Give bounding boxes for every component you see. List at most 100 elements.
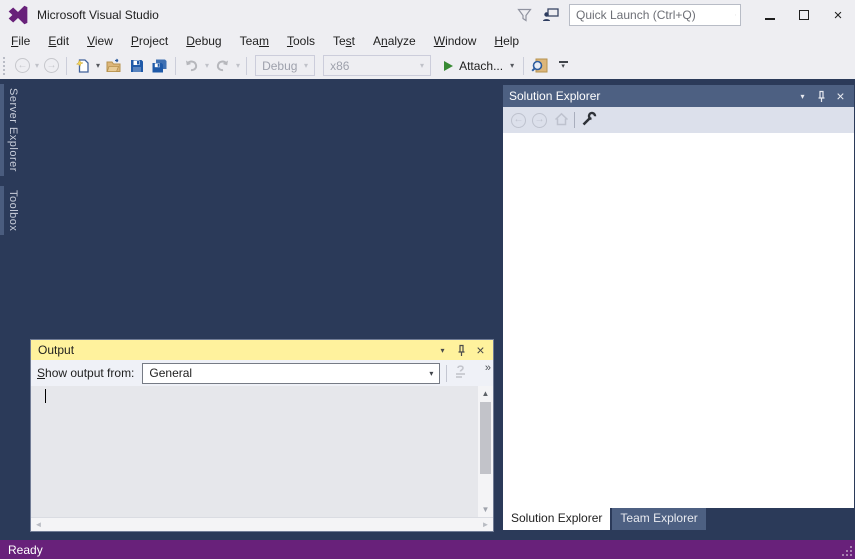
se-forward-button[interactable]: →: [532, 113, 547, 128]
redo-icon: [214, 58, 231, 74]
combo-caret-icon: ▾: [302, 61, 310, 70]
close-button[interactable]: ×: [821, 2, 855, 28]
scrollbar-thumb[interactable]: [480, 402, 491, 474]
se-home-button[interactable]: [553, 111, 570, 130]
toolbar-separator: [446, 365, 447, 382]
toolbar-separator: [175, 57, 176, 75]
toolbar-grip[interactable]: [3, 57, 8, 75]
quick-launch-box: [569, 4, 741, 26]
toolbar-overflow-icon[interactable]: »: [485, 362, 490, 374]
toolbar-overflow-button[interactable]: ▾: [556, 61, 570, 70]
vertical-scrollbar[interactable]: ▲ ▼: [478, 386, 493, 517]
horizontal-scrollbar[interactable]: ◄ ►: [31, 517, 493, 531]
status-message: Ready: [8, 543, 43, 557]
find-in-files-button[interactable]: [528, 55, 552, 77]
environment-background: Server Explorer Toolbox Solution Explore…: [0, 79, 855, 540]
save-all-button[interactable]: [148, 55, 171, 77]
redo-button[interactable]: [211, 55, 234, 77]
close-icon: ×: [836, 89, 844, 104]
output-text-area[interactable]: ▲ ▼: [31, 386, 493, 517]
tab-team-explorer[interactable]: Team Explorer: [612, 508, 705, 530]
attach-dropdown-caret-icon: ▾: [508, 61, 516, 70]
output-source-combo[interactable]: General ▾: [142, 363, 440, 384]
wrench-icon: [581, 111, 597, 127]
toolbar-separator: [523, 57, 524, 75]
toolbar-separator: [246, 57, 247, 75]
new-project-icon: [74, 57, 91, 74]
solution-explorer-header[interactable]: Solution Explorer ▾ ×: [503, 85, 854, 107]
scroll-left-icon[interactable]: ◄: [31, 518, 46, 532]
new-project-dropdown-caret-icon[interactable]: ▾: [94, 61, 102, 70]
auto-hide-pin-button[interactable]: [812, 87, 831, 105]
menu-file[interactable]: File: [2, 31, 39, 51]
menu-analyze[interactable]: Analyze: [364, 31, 425, 51]
menu-bar: File Edit View Project Debug Team Tools …: [0, 30, 855, 52]
output-title-bar[interactable]: Output ▾ ×: [31, 340, 493, 360]
se-properties-button[interactable]: [581, 111, 597, 130]
chevron-down-icon: ▾: [798, 92, 806, 101]
solution-explorer-toolbar: ← →: [503, 107, 854, 133]
close-icon: ×: [834, 8, 843, 23]
combo-caret-icon: ▾: [427, 369, 435, 378]
menu-view[interactable]: View: [78, 31, 122, 51]
chevron-down-icon: ▾: [438, 346, 446, 355]
panel-title: Output: [38, 343, 433, 357]
attach-button[interactable]: Attach... ▾: [441, 55, 519, 77]
find-message-icon: [453, 364, 470, 379]
scroll-up-icon[interactable]: ▲: [478, 386, 493, 401]
menu-tools[interactable]: Tools: [278, 31, 324, 51]
open-file-button[interactable]: [102, 55, 126, 77]
maximize-button[interactable]: [787, 2, 821, 28]
menu-window[interactable]: Window: [425, 31, 486, 51]
close-panel-button[interactable]: ×: [471, 341, 490, 359]
tab-solution-explorer[interactable]: Solution Explorer: [503, 508, 610, 530]
start-debug-icon: [444, 61, 453, 71]
status-bar: Ready: [0, 540, 855, 559]
toolbox-tab[interactable]: Toolbox: [0, 186, 22, 235]
minimize-button[interactable]: [753, 2, 787, 28]
solution-platform-combo[interactable]: x86 ▾: [323, 55, 431, 76]
menu-team[interactable]: Team: [231, 31, 278, 51]
save-button[interactable]: [126, 55, 148, 77]
navigate-forward-button[interactable]: →: [41, 55, 62, 77]
server-explorer-tab[interactable]: Server Explorer: [0, 84, 22, 176]
feedback-icon[interactable]: [537, 4, 563, 26]
redo-dropdown-caret-icon[interactable]: ▾: [234, 61, 242, 70]
undo-button[interactable]: [180, 55, 203, 77]
resize-grip[interactable]: [841, 545, 853, 557]
open-folder-icon: [105, 58, 123, 74]
solution-explorer-panel: Solution Explorer ▾ × ← →: [503, 85, 854, 530]
pin-icon: [816, 90, 827, 103]
forward-icon: →: [44, 58, 59, 73]
visual-studio-window: { "title_bar": { "app_title": "Microsoft…: [0, 0, 855, 559]
menu-test[interactable]: Test: [324, 31, 364, 51]
panel-title: Solution Explorer: [509, 89, 793, 103]
find-message-button[interactable]: [453, 364, 470, 382]
menu-project[interactable]: Project: [122, 31, 177, 51]
solution-explorer-tree[interactable]: [503, 133, 854, 508]
menu-edit[interactable]: Edit: [39, 31, 78, 51]
title-bar: Microsoft Visual Studio ×: [0, 0, 855, 30]
undo-dropdown-caret-icon[interactable]: ▾: [203, 61, 211, 70]
quick-launch-input[interactable]: [570, 6, 735, 24]
window-position-button[interactable]: ▾: [793, 87, 812, 105]
window-position-button[interactable]: ▾: [433, 341, 452, 359]
back-dropdown-caret-icon[interactable]: ▾: [33, 61, 41, 70]
auto-hide-pin-button[interactable]: [452, 341, 471, 359]
scroll-right-icon[interactable]: ►: [478, 518, 493, 532]
new-project-button[interactable]: [71, 55, 94, 77]
back-icon: ←: [15, 58, 30, 73]
navigate-backward-button[interactable]: ←: [12, 55, 33, 77]
home-icon: [553, 111, 570, 127]
solution-configuration-combo[interactable]: Debug ▾: [255, 55, 315, 76]
se-back-button[interactable]: ←: [511, 113, 526, 128]
visual-studio-logo-icon: [7, 4, 29, 26]
menu-help[interactable]: Help: [485, 31, 528, 51]
close-panel-button[interactable]: ×: [831, 87, 850, 105]
combo-caret-icon: ▾: [418, 61, 426, 70]
notifications-filter-icon[interactable]: [511, 4, 537, 26]
scroll-down-icon[interactable]: ▼: [478, 502, 493, 517]
menu-debug[interactable]: Debug: [177, 31, 230, 51]
search-icon[interactable]: [735, 8, 736, 22]
show-output-from-label: Show output from:: [37, 366, 134, 380]
